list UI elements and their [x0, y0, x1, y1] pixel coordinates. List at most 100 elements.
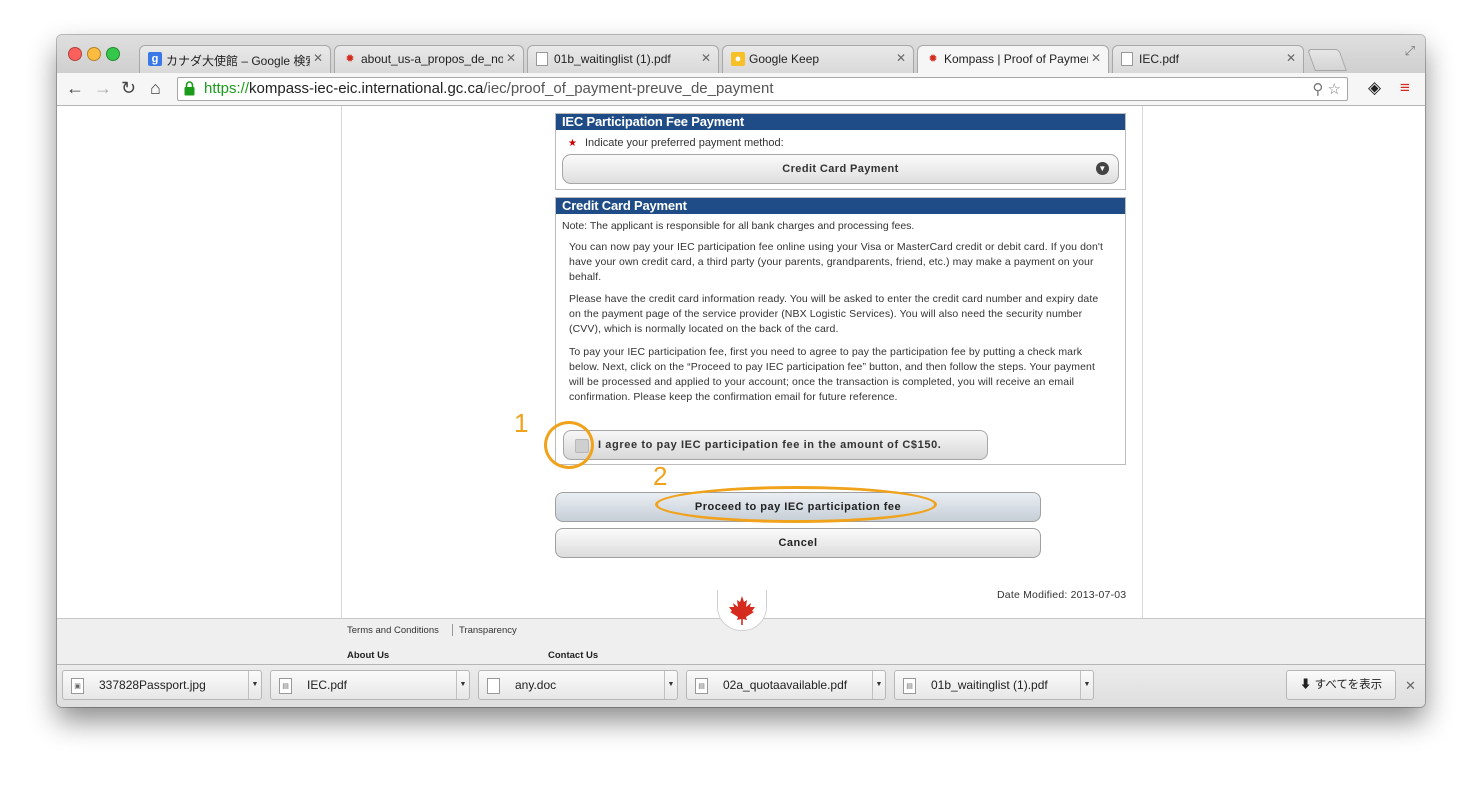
google-g-icon: g — [148, 52, 162, 66]
terms-link[interactable]: Terms and Conditions — [347, 625, 439, 636]
about-us-heading: About Us — [347, 650, 390, 661]
paragraph-card-info: Please have the credit card information … — [569, 293, 1099, 335]
pdf-file-icon: ▤ — [695, 678, 708, 694]
prompt-text: Indicate your preferred payment method: — [584, 137, 784, 149]
url-host: kompass-iec-eic.international.gc.ca — [249, 80, 484, 97]
pdf-file-icon: ▤ — [903, 678, 916, 694]
transparency-link[interactable]: Transparency — [459, 625, 517, 636]
tab-label: 01b_waitinglist (1).pdf — [554, 52, 671, 66]
close-window-button[interactable] — [68, 47, 82, 61]
download-filename: 02a_quotaavailable.pdf — [723, 678, 848, 692]
tab-label: Kompass | Proof of Payment — [944, 52, 1088, 66]
address-bar[interactable]: https://kompass-iec-eic.international.gc… — [177, 77, 1348, 101]
minimize-window-button[interactable] — [87, 47, 101, 61]
document-icon — [536, 52, 548, 66]
web-page: IEC Participation Fee Payment ★ Indicate … — [57, 106, 1425, 665]
agree-fee-checkbox-button[interactable]: I agree to pay IEC participation fee in … — [563, 430, 988, 460]
download-menu-caret-icon[interactable]: ▼ — [1080, 671, 1093, 699]
tab-label: IEC.pdf — [1139, 52, 1180, 66]
download-arrow-icon: ⬇ — [1299, 679, 1312, 691]
bookmark-star-icon[interactable]: ☆ — [1328, 81, 1341, 98]
url-text: https://kompass-iec-eic.international.gc… — [204, 80, 774, 97]
date-modified: Date Modified: 2013-07-03 — [997, 589, 1127, 601]
zoom-window-button[interactable] — [106, 47, 120, 61]
browser-window: g カナダ大使館 – Google 検索 ✕ ✹ about_us-a_prop… — [57, 35, 1425, 707]
download-filename: any.doc — [515, 678, 557, 692]
document-icon — [487, 678, 500, 694]
tab-label: カナダ大使館 – Google 検索 — [166, 54, 310, 68]
download-shelf: ▣ 337828Passport.jpg ▼ ▤ IEC.pdf ▼ any.d… — [57, 664, 1425, 707]
tab-label: about_us-a_propos_de_nous — [361, 52, 503, 66]
tab-strip: g カナダ大使館 – Google 検索 ✕ ✹ about_us-a_prop… — [57, 35, 1425, 74]
show-all-downloads-button[interactable]: ⬇ すべてを表示 — [1286, 670, 1396, 700]
url-path: /iec/proof_of_payment-preuve_de_payment — [483, 80, 774, 97]
tab-google-search[interactable]: g カナダ大使館 – Google 検索 ✕ — [139, 45, 331, 73]
close-shelf-icon[interactable]: ✕ — [1405, 678, 1416, 694]
panel-title: Credit Card Payment — [556, 198, 1125, 214]
tab-close-icon[interactable]: ✕ — [1286, 51, 1296, 65]
payment-method-prompt: ★ Indicate your preferred payment method: — [568, 137, 784, 149]
home-icon[interactable]: ⌂ — [150, 78, 161, 98]
panel-title: IEC Participation Fee Payment — [556, 114, 1125, 130]
tab-waitinglist-pdf[interactable]: 01b_waitinglist (1).pdf ✕ — [527, 45, 719, 73]
search-icon[interactable]: ⚲ — [1312, 81, 1323, 98]
omnibox-icons: ⚲ ☆ — [1312, 80, 1341, 98]
maple-leaf-icon — [729, 596, 755, 625]
chevron-down-icon: ▼ — [1096, 162, 1109, 175]
secure-lock-icon — [184, 81, 195, 96]
browser-toolbar: ← → ↻ ⌂ https://kompass-iec-eic.internat… — [57, 73, 1425, 106]
document-icon — [1121, 52, 1133, 66]
cancel-button[interactable]: Cancel — [555, 528, 1041, 558]
download-item[interactable]: ▣ 337828Passport.jpg ▼ — [62, 670, 262, 700]
annotation-number-1: 1 — [514, 408, 529, 438]
annotation-circle-checkbox — [544, 421, 594, 469]
show-all-label: すべてを表示 — [1314, 679, 1383, 691]
download-filename: IEC.pdf — [307, 678, 348, 692]
tab-close-icon[interactable]: ✕ — [896, 51, 906, 65]
annotation-number-2: 2 — [653, 461, 668, 491]
tab-close-icon[interactable]: ✕ — [1091, 51, 1101, 65]
new-tab-button[interactable] — [1306, 49, 1348, 71]
fee-payment-panel: IEC Participation Fee Payment ★ Indicate … — [555, 113, 1126, 190]
fees-note: Note: The applicant is responsible for a… — [562, 220, 915, 232]
download-menu-caret-icon[interactable]: ▼ — [664, 671, 677, 699]
credit-card-panel: Credit Card Payment Note: The applicant … — [555, 197, 1126, 465]
keep-bulb-icon: ● — [731, 52, 745, 66]
download-item[interactable]: ▤ 01b_waitinglist (1).pdf ▼ — [894, 670, 1094, 700]
tab-iec-pdf[interactable]: IEC.pdf ✕ — [1112, 45, 1304, 73]
download-menu-caret-icon[interactable]: ▼ — [872, 671, 885, 699]
download-item[interactable]: ▤ 02a_quotaavailable.pdf ▼ — [686, 670, 886, 700]
tab-kompass-proof-of-payment[interactable]: ✹ Kompass | Proof of Payment ✕ — [917, 45, 1109, 74]
layers-extension-icon[interactable]: ◈ — [1368, 79, 1381, 97]
maple-leaf-icon: ✹ — [345, 53, 355, 65]
payment-method-select[interactable]: Credit Card Payment ▼ — [562, 154, 1119, 184]
annotation-ellipse-proceed — [655, 486, 937, 523]
pdf-file-icon: ▤ — [279, 678, 292, 694]
download-item[interactable]: ▤ IEC.pdf ▼ — [270, 670, 470, 700]
menu-hamburger-icon[interactable]: ≡ — [1400, 79, 1410, 97]
fullscreen-arrows-icon[interactable]: ⤢ — [1405, 43, 1415, 59]
download-menu-caret-icon[interactable]: ▼ — [456, 671, 469, 699]
paragraph-online-payment: You can now pay your IEC participation f… — [569, 241, 1104, 283]
paragraph-instructions: To pay your IEC participation fee, first… — [569, 346, 1096, 403]
reload-icon[interactable]: ↻ — [121, 78, 136, 98]
tab-close-icon[interactable]: ✕ — [701, 51, 711, 65]
download-filename: 337828Passport.jpg — [99, 678, 206, 692]
back-arrow-icon[interactable]: ← — [66, 78, 84, 98]
tab-close-icon[interactable]: ✕ — [506, 51, 516, 65]
maple-leaf-icon: ✹ — [928, 53, 938, 65]
tab-label: Google Keep — [749, 52, 820, 66]
tab-google-keep[interactable]: ● Google Keep ✕ — [722, 45, 914, 73]
url-scheme: https:// — [204, 80, 250, 97]
image-file-icon: ▣ — [71, 678, 84, 694]
agree-label: I agree to pay IEC participation fee in … — [598, 439, 942, 451]
forward-arrow-icon[interactable]: → — [94, 78, 112, 98]
required-asterisk-icon: ★ — [568, 138, 577, 149]
tab-close-icon[interactable]: ✕ — [313, 51, 323, 65]
download-menu-caret-icon[interactable]: ▼ — [248, 671, 261, 699]
download-item[interactable]: any.doc ▼ — [478, 670, 678, 700]
download-filename: 01b_waitinglist (1).pdf — [931, 678, 1048, 692]
contact-us-heading: Contact Us — [548, 650, 599, 661]
footer-separator — [452, 624, 453, 636]
tab-about-us[interactable]: ✹ about_us-a_propos_de_nous ✕ — [334, 45, 524, 73]
